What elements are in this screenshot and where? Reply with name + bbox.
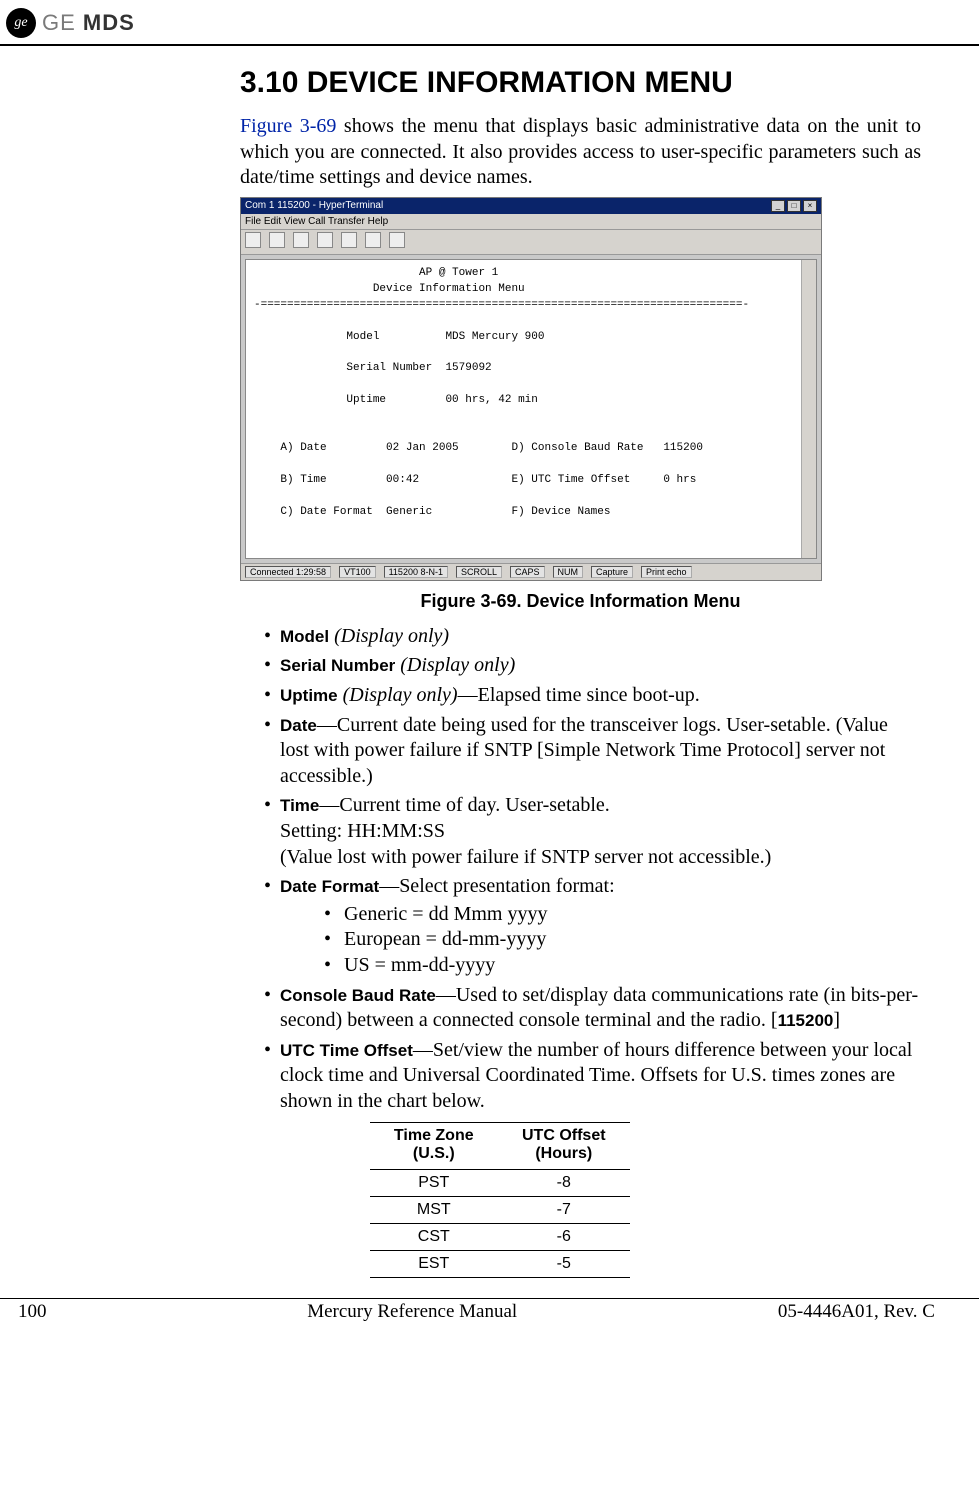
toolbar-icon xyxy=(341,232,357,248)
status-num: NUM xyxy=(553,566,584,578)
sublist-item: European = dd-mm-yyyy xyxy=(280,927,921,953)
param-name: Serial Number xyxy=(280,656,395,675)
ge-logo-icon: ge xyxy=(6,8,36,38)
param-note: (Display only) xyxy=(334,625,449,647)
figure-reference-link[interactable]: Figure 3-69 xyxy=(240,115,336,137)
figure-caption: Figure 3-69. Device Information Menu xyxy=(240,591,921,612)
table-row: EST-5 xyxy=(370,1250,630,1277)
param-name: Time xyxy=(280,796,319,815)
param-desc: —Current date being used for the transce… xyxy=(280,714,888,787)
intro-paragraph: Figure 3-69 shows the menu that displays… xyxy=(240,114,921,191)
list-item: Date Format—Select presentation format: … xyxy=(240,874,921,978)
minimize-icon: _ xyxy=(771,200,785,212)
footer-title: Mercury Reference Manual xyxy=(307,1301,517,1323)
status-emulation: VT100 xyxy=(339,566,376,578)
footer-docid: 05-4446A01, Rev. C xyxy=(778,1301,935,1323)
timezone-table: Time Zone(U.S.) UTC Offset(Hours) PST-8 … xyxy=(370,1122,630,1277)
list-item: Console Baud Rate—Used to set/display da… xyxy=(240,983,921,1034)
toolbar-icon xyxy=(293,232,309,248)
status-caps: CAPS xyxy=(510,566,545,578)
param-name: Model xyxy=(280,627,329,646)
param-note: (Display only) xyxy=(343,684,458,706)
param-desc: (Value lost with power failure if SNTP s… xyxy=(280,846,771,868)
toolbar-icon xyxy=(317,232,333,248)
param-value: 115200 xyxy=(778,1011,834,1030)
terminal-body: AP @ Tower 1 Device Information Menu -==… xyxy=(245,259,817,559)
footer-page-number: 100 xyxy=(18,1301,47,1323)
param-name: UTC Time Offset xyxy=(280,1041,413,1060)
sublist-item: US = mm-dd-yyyy xyxy=(280,953,921,979)
list-item: Uptime (Display only)—Elapsed time since… xyxy=(240,683,921,709)
table-row: PST-8 xyxy=(370,1169,630,1196)
content-area: 3.10 DEVICE INFORMATION MENU Figure 3-69… xyxy=(0,46,979,1278)
param-name: Console Baud Rate xyxy=(280,986,436,1005)
terminal-menubar: File Edit View Call Transfer Help xyxy=(241,214,821,230)
table-row: MST-7 xyxy=(370,1196,630,1223)
parameter-list: Model (Display only) Serial Number (Disp… xyxy=(240,624,921,1115)
param-desc: —Elapsed time since boot-up. xyxy=(458,684,700,706)
table-header: UTC Offset(Hours) xyxy=(498,1123,630,1169)
param-desc: ] xyxy=(833,1009,840,1031)
scrollbar xyxy=(801,260,816,558)
page-header: ge GE MDS xyxy=(0,0,979,42)
param-desc: —Select presentation format: xyxy=(379,875,614,897)
sublist: Generic = dd Mmm yyyy European = dd-mm-y… xyxy=(280,902,921,979)
toolbar-icon xyxy=(245,232,261,248)
close-icon: × xyxy=(803,200,817,212)
page-footer: 100 Mercury Reference Manual 05-4446A01,… xyxy=(0,1301,979,1323)
brand-text: GE MDS xyxy=(42,10,135,36)
status-settings: 115200 8-N-1 xyxy=(384,566,448,578)
table-row: CST-6 xyxy=(370,1223,630,1250)
list-item: Model (Display only) xyxy=(240,624,921,650)
param-desc: Setting: HH:MM:SS xyxy=(280,820,445,842)
status-echo: Print echo xyxy=(641,566,692,578)
terminal-screenshot: Com 1 115200 - HyperTerminal _ □ × File … xyxy=(240,197,822,581)
param-name: Date xyxy=(280,716,317,735)
brand-mds: MDS xyxy=(83,10,135,35)
list-item: Time—Current time of day. User-setable. … xyxy=(240,793,921,870)
param-note: (Display only) xyxy=(400,654,515,676)
terminal-toolbar xyxy=(241,230,821,255)
param-name: Date Format xyxy=(280,877,379,896)
param-name: Uptime xyxy=(280,686,338,705)
toolbar-icon xyxy=(389,232,405,248)
footer-rule xyxy=(0,1298,979,1299)
toolbar-icon xyxy=(365,232,381,248)
table-header: Time Zone(U.S.) xyxy=(370,1123,498,1169)
sublist-item: Generic = dd Mmm yyyy xyxy=(280,902,921,928)
status-capture: Capture xyxy=(591,566,633,578)
status-scroll: SCROLL xyxy=(456,566,502,578)
section-title: 3.10 DEVICE INFORMATION MENU xyxy=(240,66,921,100)
param-desc: —Current time of day. User-setable. xyxy=(319,794,609,816)
status-connected: Connected 1:29:58 xyxy=(245,566,331,578)
brand-ge: GE xyxy=(42,10,76,35)
list-item: UTC Time Offset—Set/view the number of h… xyxy=(240,1038,921,1115)
list-item: Serial Number (Display only) xyxy=(240,653,921,679)
maximize-icon: □ xyxy=(787,200,801,212)
list-item: Date—Current date being used for the tra… xyxy=(240,713,921,790)
terminal-title: Com 1 115200 - HyperTerminal xyxy=(245,200,383,211)
terminal-statusbar: Connected 1:29:58 VT100 115200 8-N-1 SCR… xyxy=(241,563,821,580)
terminal-titlebar: Com 1 115200 - HyperTerminal _ □ × xyxy=(241,198,821,214)
toolbar-icon xyxy=(269,232,285,248)
intro-text: shows the menu that displays basic admin… xyxy=(240,115,921,188)
